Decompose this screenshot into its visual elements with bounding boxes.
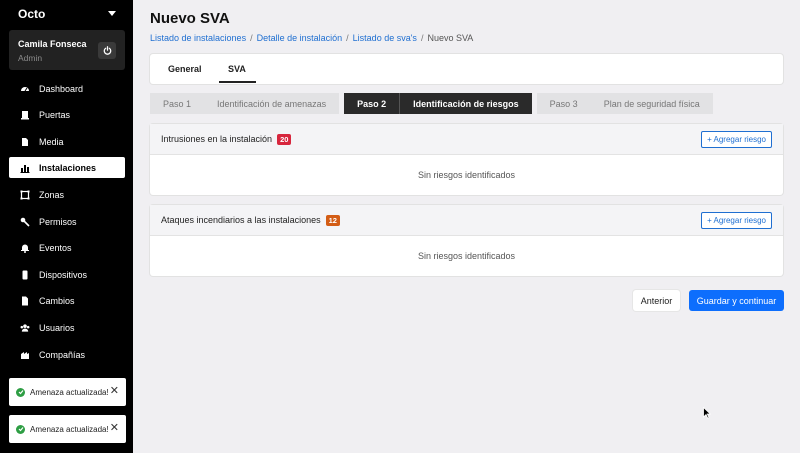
sidebar-item-label: Compañías <box>39 349 86 360</box>
risk-section: Intrusiones en la instalación 20 + Agreg… <box>150 124 783 195</box>
device-icon <box>20 270 30 280</box>
media-icon <box>20 137 30 147</box>
sidebar-item-label: Media <box>39 136 64 147</box>
sidebar-item-media[interactable]: Media <box>9 131 125 152</box>
count-badge: 20 <box>277 133 292 145</box>
risk-section: Ataques incendiarios a las instalaciones… <box>150 205 783 276</box>
risk-section-title: Ataques incendiarios a las instalaciones <box>161 215 321 225</box>
sidebar-item-permisos[interactable]: Permisos <box>9 211 125 232</box>
check-circle-icon <box>16 387 25 397</box>
sidebar-item-eventos[interactable]: Eventos <box>9 237 125 258</box>
dashboard-icon <box>20 84 30 94</box>
wizard-steps: Paso 1 Identificación de amenazas Paso 2… <box>150 93 713 114</box>
toast-notification: Amenaza actualizada! ✕ <box>9 378 126 406</box>
page-title: Nuevo SVA <box>150 10 230 27</box>
risk-section-header: Intrusiones en la instalación 20 + Agreg… <box>150 124 783 155</box>
active-tab-indicator <box>219 81 256 83</box>
sidebar-item-label: Dispositivos <box>39 269 88 280</box>
breadcrumb-link[interactable]: Listado de sva's <box>353 33 417 43</box>
previous-button[interactable]: Anterior <box>633 290 680 311</box>
close-icon[interactable]: ✕ <box>110 423 119 434</box>
close-icon[interactable]: ✕ <box>110 386 119 397</box>
empty-state: Sin riesgos identificados <box>417 169 516 180</box>
sidebar-item-label: Usuarios <box>39 322 75 333</box>
step-3-number[interactable]: Paso 3 <box>536 93 591 114</box>
add-risk-button[interactable]: + Agregar riesgo <box>701 212 772 229</box>
sidebar-item-companias[interactable]: Compañías <box>9 344 125 365</box>
toast-notification: Amenaza actualizada! ✕ <box>9 415 126 443</box>
sidebar-item-puertas[interactable]: Puertas <box>9 104 125 125</box>
zones-icon <box>20 190 30 200</box>
sidebar-item-label: Eventos <box>39 242 72 253</box>
sidebar-item-label: Zonas <box>39 189 65 200</box>
sidebar-item-zonas[interactable]: Zonas <box>9 184 125 205</box>
step-1-number[interactable]: Paso 1 <box>150 93 205 114</box>
sidebar-item-dashboard[interactable]: Dashboard <box>9 78 125 99</box>
save-continue-button[interactable]: Guardar y continuar <box>689 290 784 311</box>
sidebar-item-label: Puertas <box>39 109 71 120</box>
risk-section-title: Intrusiones en la instalación <box>161 134 273 144</box>
sidebar-item-cambios[interactable]: Cambios <box>9 290 125 311</box>
toast-message: Amenaza actualizada! <box>30 387 109 397</box>
key-icon <box>20 217 30 227</box>
brand-name[interactable]: Octo <box>18 7 45 21</box>
logout-button[interactable] <box>98 42 116 59</box>
step-2-label[interactable]: Identificación de riesgos <box>399 93 532 114</box>
power-icon <box>103 46 111 55</box>
bell-icon <box>20 243 30 253</box>
toast-message: Amenaza actualizada! <box>30 424 109 434</box>
breadcrumb-separator: / <box>420 33 424 43</box>
empty-state: Sin riesgos identificados <box>417 250 516 261</box>
breadcrumb-link[interactable]: Detalle de instalación <box>257 33 343 43</box>
sidebar-item-instalaciones[interactable]: Instalaciones <box>9 157 125 178</box>
tab-general[interactable]: General <box>168 64 202 74</box>
sidebar-item-label: Cambios <box>39 295 75 306</box>
check-circle-icon <box>16 424 25 434</box>
tab-sva[interactable]: SVA <box>228 64 246 74</box>
breadcrumb-current: Nuevo SVA <box>427 33 474 43</box>
sidebar-item-label: Dashboard <box>39 83 84 94</box>
sidebar-item-dispositivos[interactable]: Dispositivos <box>9 264 125 285</box>
breadcrumb-link[interactable]: Listado de instalaciones <box>150 33 246 43</box>
user-name: Camila Fonseca <box>18 39 87 49</box>
user-card: Camila Fonseca Admin <box>9 30 125 70</box>
breadcrumb-separator: / <box>250 33 253 43</box>
step-3-label[interactable]: Plan de seguridad física <box>590 93 713 114</box>
count-badge: 12 <box>325 214 340 226</box>
file-icon <box>20 296 30 306</box>
chart-icon <box>20 163 30 173</box>
step-1-label[interactable]: Identificación de amenazas <box>204 93 340 114</box>
company-icon <box>20 350 30 360</box>
breadcrumb-separator: / <box>346 33 349 43</box>
tabs-bar: General SVA <box>150 54 783 84</box>
chevron-down-icon[interactable] <box>108 11 116 16</box>
door-icon <box>20 110 30 120</box>
risk-section-header: Ataques incendiarios a las instalaciones… <box>150 205 783 236</box>
breadcrumb: Listado de instalaciones / Detalle de in… <box>150 33 473 43</box>
sidebar: Octo Camila Fonseca Admin Dashboard Puer… <box>0 0 133 453</box>
step-2-number[interactable]: Paso 2 <box>344 93 400 114</box>
user-role: Admin <box>18 53 43 63</box>
add-risk-button[interactable]: + Agregar riesgo <box>701 131 772 148</box>
users-icon <box>20 323 30 333</box>
sidebar-item-label: Permisos <box>39 216 77 227</box>
sidebar-item-usuarios[interactable]: Usuarios <box>9 317 125 338</box>
mouse-cursor-icon <box>703 407 711 419</box>
sidebar-item-label: Instalaciones <box>39 162 97 173</box>
